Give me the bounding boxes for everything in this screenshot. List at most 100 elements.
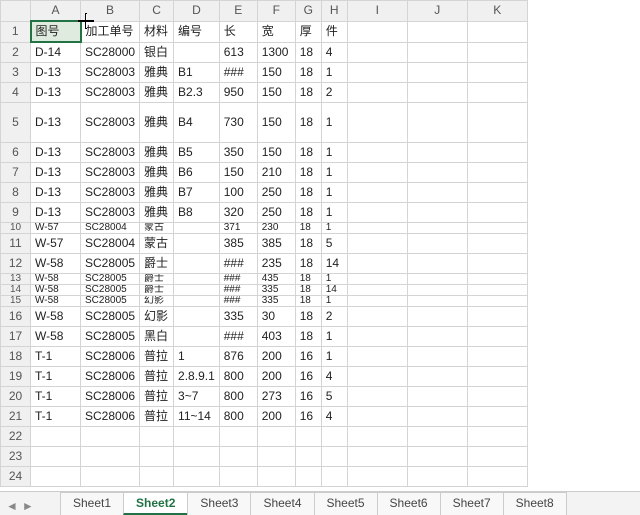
cell[interactable]: SC28006 [81,387,140,407]
cell[interactable] [407,307,467,327]
cell[interactable]: SC28004 [81,223,140,234]
cell[interactable]: 蒙古 [140,234,174,254]
cell[interactable]: 14 [321,285,347,296]
row-header[interactable]: 14 [1,285,31,296]
cell[interactable] [219,427,257,447]
cell[interactable]: SC28004 [81,234,140,254]
cell[interactable]: 350 [219,143,257,163]
cell[interactable] [467,143,527,163]
cell[interactable]: 1 [321,274,347,285]
cell[interactable]: SC28003 [81,103,140,143]
cell[interactable] [347,223,407,234]
cell[interactable]: 幻影 [140,296,174,307]
cell[interactable]: B7 [174,183,220,203]
cell[interactable] [347,63,407,83]
cell[interactable]: ### [219,296,257,307]
cell[interactable]: 18 [295,307,321,327]
cell[interactable] [81,427,140,447]
cell[interactable]: 1 [321,296,347,307]
row-header[interactable]: 22 [1,427,31,447]
cell[interactable] [407,63,467,83]
column-header-D[interactable]: D [174,1,220,22]
cell[interactable] [467,42,527,63]
cell[interactable]: T-1 [31,407,81,427]
row-header[interactable]: 19 [1,367,31,387]
row-header[interactable]: 1 [1,21,31,42]
cell[interactable]: D-13 [31,183,81,203]
cell[interactable] [347,103,407,143]
column-header-I[interactable]: I [347,1,407,22]
cell[interactable]: 16 [295,407,321,427]
row-header[interactable]: 23 [1,447,31,467]
cell[interactable]: 18 [295,203,321,223]
cell[interactable] [467,447,527,467]
cell[interactable] [31,447,81,467]
cell[interactable]: T-1 [31,387,81,407]
cell[interactable]: SC28003 [81,143,140,163]
cell[interactable]: 18 [295,327,321,347]
column-header-B[interactable]: B [81,1,140,22]
cell[interactable]: 250 [257,183,295,203]
cell[interactable]: 1 [321,203,347,223]
cell[interactable] [347,447,407,467]
row-header[interactable]: 24 [1,467,31,487]
cell[interactable]: 30 [257,307,295,327]
cell[interactable]: 403 [257,327,295,347]
cell[interactable]: SC28005 [81,327,140,347]
cell[interactable] [467,183,527,203]
row-header[interactable]: 13 [1,274,31,285]
cell[interactable]: 14 [321,254,347,274]
row-header[interactable]: 4 [1,83,31,103]
cell[interactable] [407,103,467,143]
cell[interactable]: SC28003 [81,63,140,83]
cell[interactable]: D-13 [31,203,81,223]
cell[interactable] [174,467,220,487]
cell[interactable]: 613 [219,42,257,63]
cell[interactable]: 371 [219,223,257,234]
cell[interactable]: 150 [219,163,257,183]
cell[interactable] [140,447,174,467]
cell[interactable]: SC28005 [81,254,140,274]
cell[interactable] [81,447,140,467]
cell[interactable] [407,407,467,427]
row-header[interactable]: 11 [1,234,31,254]
cell[interactable]: 蒙古 [140,223,174,234]
cell[interactable]: 5 [321,234,347,254]
cell[interactable]: B8 [174,203,220,223]
cell[interactable]: 1 [321,163,347,183]
cell[interactable]: 950 [219,83,257,103]
cell[interactable] [295,447,321,467]
cell[interactable] [174,254,220,274]
cell[interactable]: 150 [257,63,295,83]
cell[interactable] [407,203,467,223]
cell[interactable]: 385 [257,234,295,254]
cell[interactable] [347,163,407,183]
cell[interactable]: ### [219,285,257,296]
cell[interactable] [467,63,527,83]
cell[interactable] [174,447,220,467]
cell[interactable] [347,42,407,63]
cell[interactable]: SC28006 [81,407,140,427]
cell[interactable]: 18 [295,234,321,254]
cell[interactable]: 雅典 [140,203,174,223]
cell[interactable]: 1 [321,183,347,203]
cell[interactable] [407,387,467,407]
cell[interactable] [219,467,257,487]
cell[interactable] [407,467,467,487]
cell[interactable]: 16 [295,347,321,367]
cell[interactable]: 1 [321,327,347,347]
cell[interactable] [174,327,220,347]
cell[interactable]: B2.3 [174,83,220,103]
cell[interactable]: 18 [295,83,321,103]
cell[interactable]: SC28006 [81,367,140,387]
cell[interactable] [321,467,347,487]
cell[interactable] [347,427,407,447]
cell[interactable] [174,296,220,307]
cell[interactable]: 18 [295,163,321,183]
cell[interactable] [174,234,220,254]
cell[interactable]: 爵士 [140,285,174,296]
cell[interactable]: 1 [321,63,347,83]
row-header[interactable]: 3 [1,63,31,83]
cell[interactable]: 18 [295,103,321,143]
cell[interactable] [467,83,527,103]
